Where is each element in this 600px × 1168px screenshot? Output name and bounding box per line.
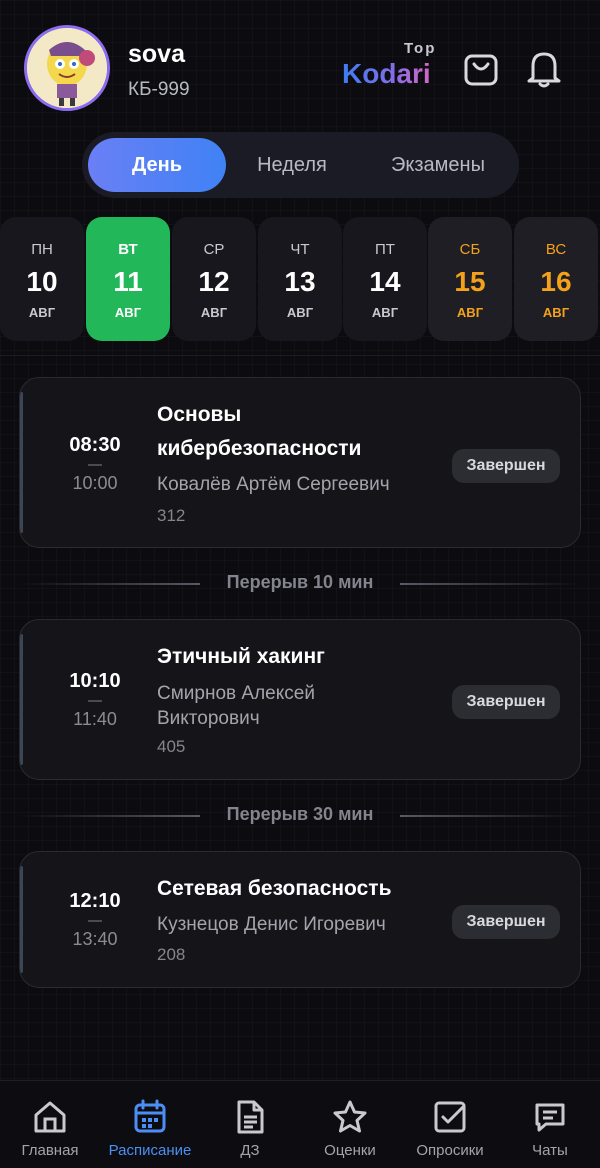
day-wednesday[interactable]: СР 12 АВГ	[172, 217, 256, 341]
day-number: 11	[113, 266, 143, 297]
day-number: 15	[454, 266, 486, 297]
day-number: 14	[369, 266, 401, 297]
lesson-teacher: Смирнов Алексей Викторович	[157, 683, 315, 729]
document-icon	[237, 1100, 264, 1134]
day-name: СБ	[459, 241, 481, 258]
day-number: 12	[198, 266, 230, 297]
day-name: ЧТ	[290, 241, 310, 258]
calendar-icon	[134, 1099, 166, 1133]
status-badge: Завершен	[452, 905, 560, 939]
tab-week[interactable]: Неделя	[232, 138, 352, 192]
day-month: АВГ	[114, 305, 142, 320]
lesson-room: 208	[157, 945, 186, 964]
break-line-right	[400, 583, 580, 585]
day-month: АВГ	[542, 305, 570, 320]
nav-label: Чаты	[532, 1142, 568, 1159]
chat-icon	[535, 1103, 565, 1132]
nav-label: Главная	[21, 1142, 79, 1159]
nav-label: Опросики	[416, 1142, 484, 1159]
day-month: АВГ	[456, 305, 484, 320]
nav-home[interactable]: Главная	[0, 1081, 100, 1168]
nav-schedule[interactable]: Расписание	[100, 1081, 200, 1168]
lesson-end-time: 11:40	[73, 709, 117, 729]
home-icon	[34, 1101, 66, 1133]
day-tuesday[interactable]: ВТ 11 АВГ	[86, 217, 170, 341]
star-icon	[333, 1100, 367, 1133]
username: sova	[128, 40, 185, 68]
break-line-left	[20, 583, 200, 585]
bottom-nav: Главная Расписание ДЗ Оценки Опросики Ча…	[0, 1080, 600, 1168]
lesson-teacher: Кузнецов Денис Игоревич	[157, 914, 386, 935]
lesson-start-time: 12:10	[69, 890, 121, 912]
day-name: ПН	[31, 241, 53, 258]
day-saturday[interactable]: СБ 15 АВГ	[428, 217, 512, 341]
lesson-title: Этичный хакинг	[157, 645, 325, 668]
time-separator	[88, 464, 102, 466]
day-name: ПТ	[375, 241, 395, 258]
break-label: Перерыв 30 мин	[226, 804, 374, 824]
day-friday[interactable]: ПТ 14 АВГ	[343, 217, 427, 341]
day-thursday[interactable]: ЧТ 13 АВГ	[258, 217, 342, 341]
lesson-end-time: 13:40	[72, 929, 118, 949]
break-divider: Перерыв 30 мин	[0, 801, 600, 831]
lesson-card[interactable]: 12:10 13:40 Сетевая безопасность Кузнецо…	[19, 851, 581, 988]
avatar[interactable]	[24, 25, 110, 111]
nav-chats[interactable]: Чаты	[500, 1081, 600, 1168]
nav-label: Расписание	[108, 1142, 192, 1159]
break-line-right	[400, 815, 580, 817]
brand-logo: Kodari	[342, 58, 431, 89]
nav-label: Оценки	[324, 1142, 376, 1159]
lesson-card[interactable]: 08:30 10:00 Основы кибербезопасности Ков…	[19, 377, 581, 548]
break-line-left	[20, 815, 200, 817]
lesson-title: Сетевая безопасность	[157, 877, 392, 900]
day-month: АВГ	[286, 305, 314, 320]
status-badge: Завершен	[452, 685, 560, 719]
checkbox-icon	[434, 1101, 466, 1133]
time-separator	[88, 920, 102, 922]
day-number: 10	[26, 266, 58, 297]
lesson-start-time: 10:10	[69, 670, 121, 692]
divider	[0, 355, 600, 356]
tab-exams[interactable]: Экзамены	[368, 138, 508, 192]
break-label: Перерыв 10 мин	[226, 572, 374, 592]
day-month: АВГ	[28, 305, 56, 320]
day-number: 16	[540, 266, 572, 297]
lesson-start-time: 08:30	[69, 434, 121, 456]
lesson-teacher: Ковалёв Артём Сергеевич	[157, 474, 390, 495]
brand-top-label: Top	[404, 40, 437, 57]
day-month: АВГ	[200, 305, 228, 320]
day-sunday[interactable]: ВС 16 АВГ	[514, 217, 598, 341]
lesson-card[interactable]: 10:10 11:40 Этичный хакинг Смирнов Алекс…	[19, 619, 581, 780]
view-tabs: День Неделя Экзамены	[82, 132, 519, 198]
bell-icon[interactable]	[525, 48, 563, 88]
nav-homework[interactable]: ДЗ	[200, 1081, 300, 1168]
lesson-room: 405	[157, 737, 186, 756]
shopping-bag-icon[interactable]	[462, 48, 500, 88]
break-divider: Перерыв 10 мин	[0, 569, 600, 599]
status-badge: Завершен	[452, 449, 560, 483]
lesson-end-time: 10:00	[72, 473, 118, 493]
day-name: ВС	[545, 241, 567, 258]
header: sova КБ-999 Top Kodari	[0, 0, 600, 130]
day-monday[interactable]: ПН 10 АВГ	[0, 217, 84, 341]
time-separator	[88, 700, 102, 702]
lesson-room: 312	[157, 506, 186, 525]
nav-grades[interactable]: Оценки	[300, 1081, 400, 1168]
day-name: СР	[203, 241, 225, 258]
day-month: АВГ	[371, 305, 399, 320]
day-name: ВТ	[118, 241, 138, 258]
avatar-image	[27, 28, 107, 108]
day-number: 13	[284, 266, 316, 297]
tab-day[interactable]: День	[88, 138, 226, 192]
lesson-title: Основы кибербезопасности	[157, 403, 362, 460]
nav-label: ДЗ	[240, 1142, 260, 1159]
nav-polls[interactable]: Опросики	[400, 1081, 500, 1168]
group-code: КБ-999	[128, 79, 190, 100]
